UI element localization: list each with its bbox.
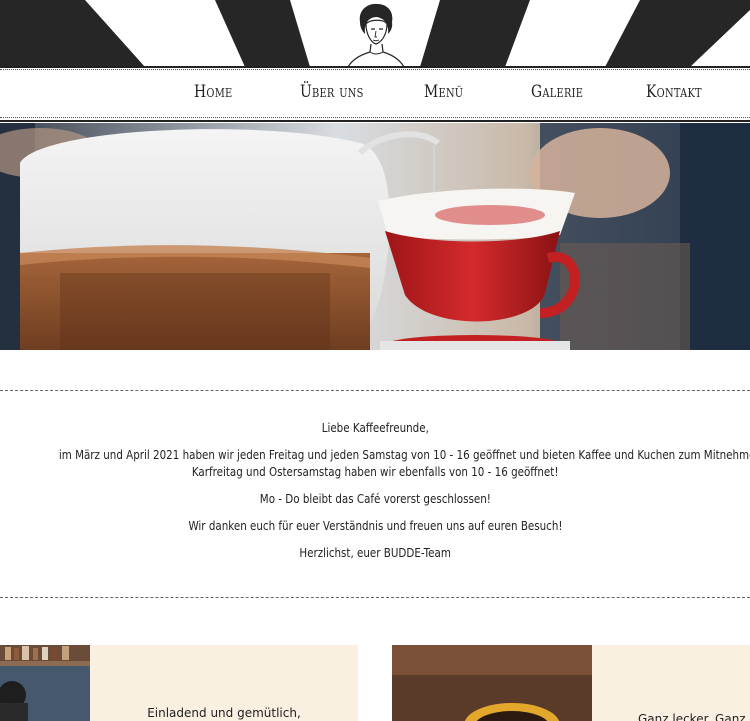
nav-item-galerie[interactable]: Galerie [531,82,583,102]
signoff: Herzlichst, euer BUDDE-Team [299,546,451,560]
hero-image [0,123,750,350]
nav-divider [0,117,750,122]
card-text-2: Ganz lecker. Ganz lecker [638,712,750,721]
greeting: Liebe Kaffeefreunde, [321,421,429,435]
header-banner [0,0,750,67]
section-divider-top [0,390,750,391]
announcement-line-3: Mo - Do bleibt das Café vorerst geschlos… [259,492,491,506]
main-nav: Home Über uns Menü Galerie Kontakt [0,70,750,118]
nav-item-menue[interactable]: Menü [424,82,463,102]
pour-over-coffee-image [0,123,750,350]
announcement-line-2: Karfreitag und Ostersamstag haben wir eb… [191,465,559,479]
logo[interactable] [330,0,420,67]
nav-item-kontakt[interactable]: Kontakt [646,82,702,102]
card-image-cafe-interior [0,645,90,721]
card-text-1: Einladend und gemütlich, [147,706,301,720]
card-image-coffee-cup [392,645,592,721]
card-panel-2 [592,645,750,721]
nav-item-home[interactable]: Home [194,82,232,102]
portrait-logo-icon [347,3,405,67]
nav-item-ueber-uns[interactable]: Über uns [300,82,364,102]
announcement-line-1: im März und April 2021 haben wir jeden F… [58,448,750,462]
announcement-line-4: Wir danken euch für euer Verständnis und… [187,519,563,533]
section-divider-bottom [0,597,750,598]
